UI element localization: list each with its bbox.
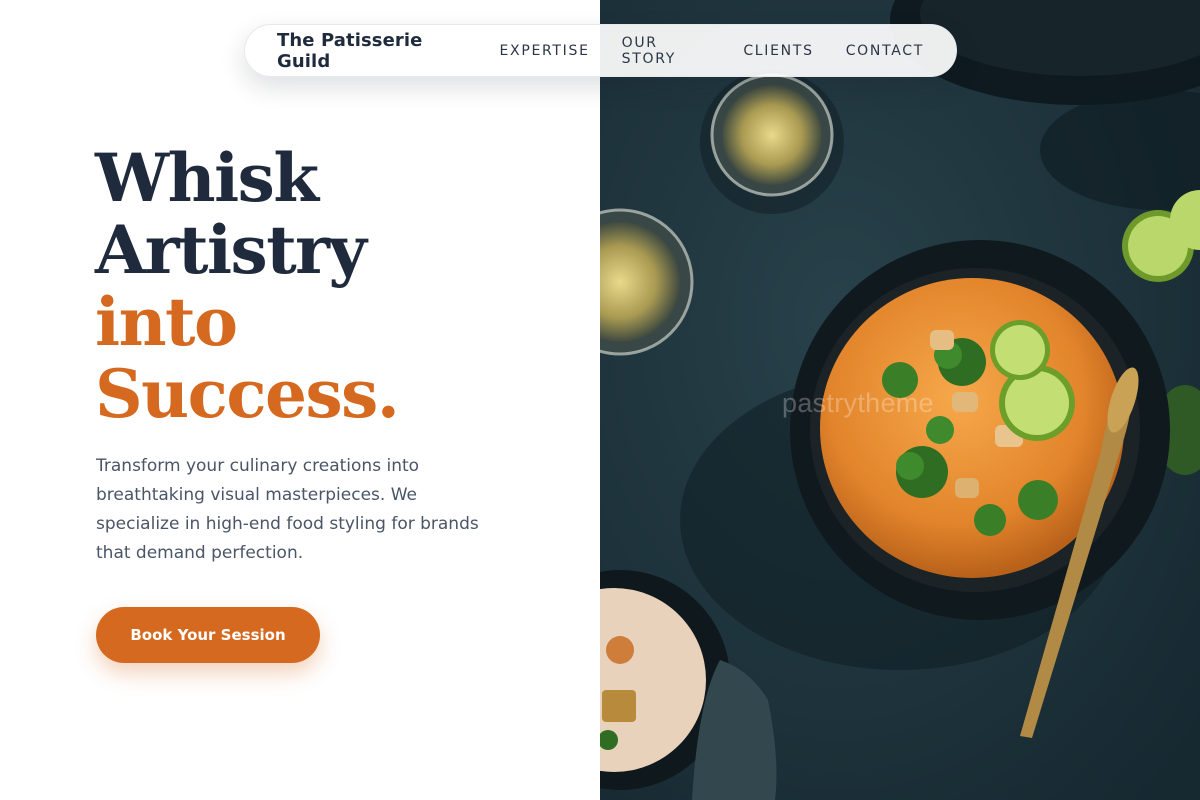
hero-photo: pastrytheme bbox=[600, 0, 1200, 800]
book-session-button[interactable]: Book Your Session bbox=[96, 607, 320, 663]
nav-link-our-story[interactable]: OUR STORY bbox=[622, 35, 712, 67]
headline-line-3: into bbox=[95, 283, 238, 361]
headline-line-2: Artistry bbox=[95, 211, 367, 289]
hero-headline: Whisk Artistry into Success. bbox=[95, 139, 400, 433]
nav-link-contact[interactable]: CONTACT bbox=[846, 43, 924, 59]
nav-link-clients[interactable]: CLIENTS bbox=[743, 43, 813, 59]
headline-line-1: Whisk bbox=[95, 139, 319, 217]
headline-line-4: Success. bbox=[95, 355, 400, 433]
brand-logo[interactable]: The Patisserie Guild bbox=[277, 30, 467, 72]
hero-intro-text: Transform your culinary creations into b… bbox=[96, 456, 479, 563]
top-nav: The Patisserie Guild EXPERTISE OUR STORY… bbox=[244, 24, 957, 77]
nav-link-expertise[interactable]: EXPERTISE bbox=[499, 43, 589, 59]
watermark-text: pastrytheme bbox=[782, 388, 934, 418]
